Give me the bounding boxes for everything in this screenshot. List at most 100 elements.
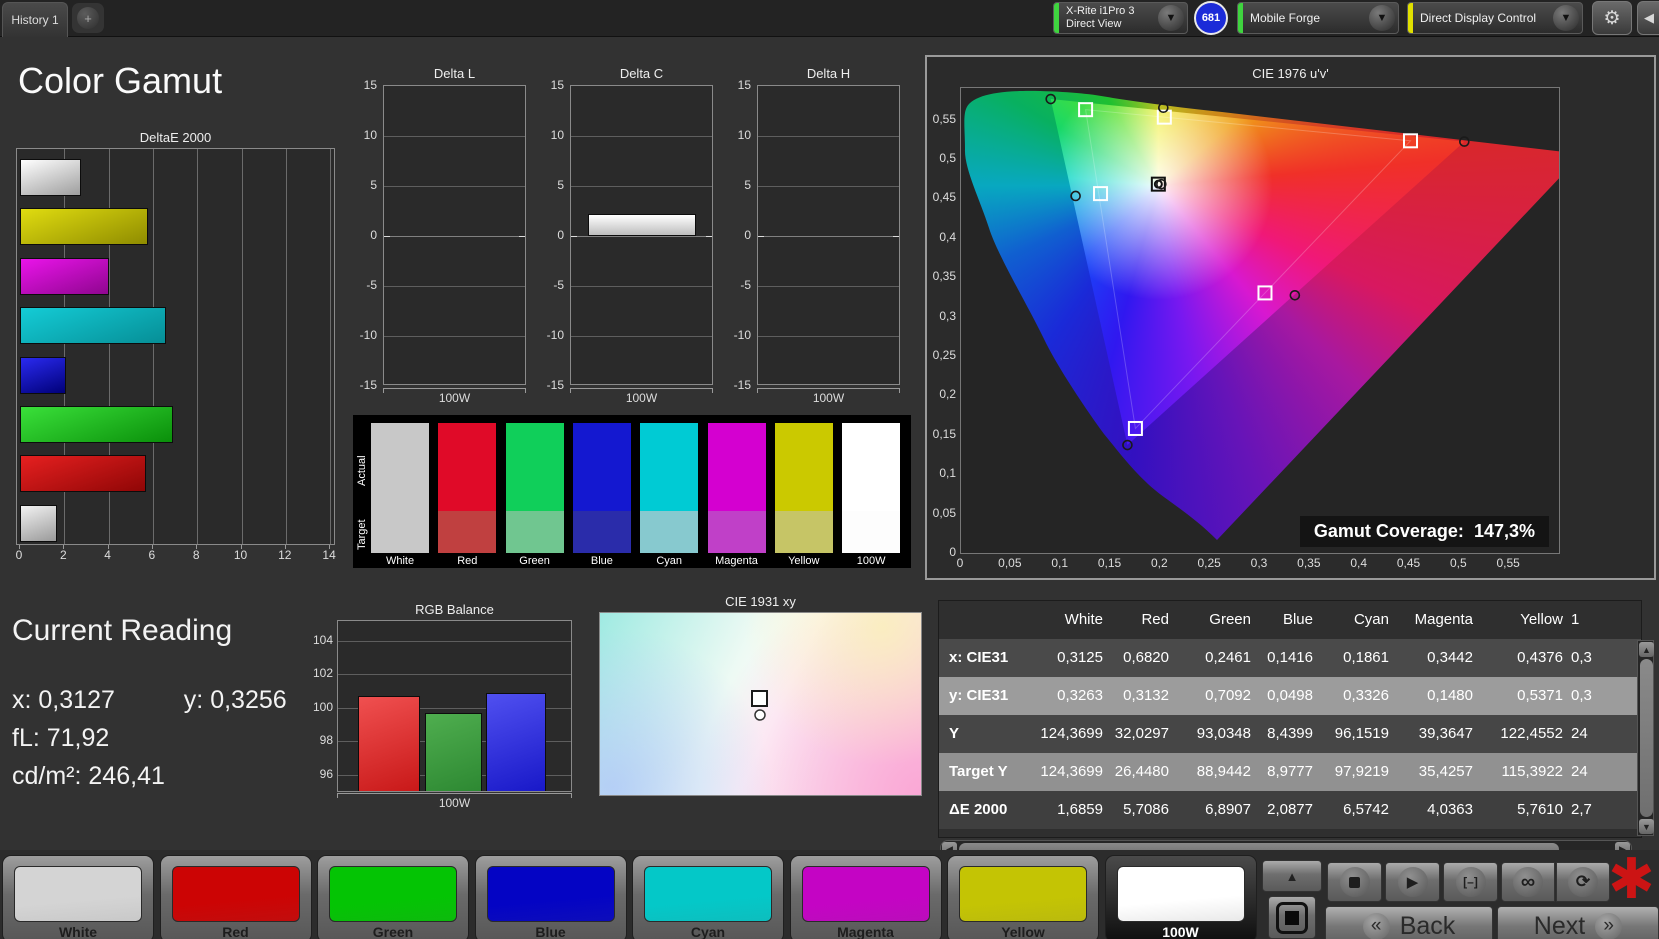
- swatch-label: White: [385, 555, 415, 567]
- gridline: [758, 186, 899, 187]
- back-label: Back: [1399, 911, 1456, 939]
- pattern-patch-white[interactable]: White: [2, 855, 154, 939]
- tab-history-1[interactable]: History 1: [2, 2, 68, 37]
- target-swatch: [572, 511, 631, 553]
- pattern-patch-red[interactable]: Red: [159, 855, 312, 939]
- pattern-patch-magenta[interactable]: Magenta: [789, 855, 942, 939]
- patch-swatch: [171, 866, 300, 922]
- gamut-coverage-readout: Gamut Coverage: 147,3%: [1299, 516, 1549, 547]
- gridline: [197, 149, 199, 544]
- gridline: [152, 149, 154, 544]
- deltae-chart: [16, 148, 335, 545]
- deltae-bar-magenta: [20, 257, 110, 295]
- pattern-patch-100w[interactable]: 100W: [1104, 855, 1257, 939]
- vscroll-thumb[interactable]: [1640, 659, 1653, 817]
- meter-dropdown[interactable]: X-Rite i1Pro 3 Direct View ▼: [1053, 2, 1188, 34]
- blackout-button[interactable]: [1268, 896, 1316, 939]
- chevron-down-icon: ▼: [1553, 5, 1579, 31]
- pattern-patch-cyan[interactable]: Cyan: [632, 855, 784, 939]
- gridline: [384, 136, 525, 137]
- table-row-target-y[interactable]: Target Y 124,3699 26,4480 88,9442 8,9777 97,9…: [939, 753, 1641, 791]
- swatch-column-blue: [572, 423, 631, 553]
- cell: 0,1480: [1427, 687, 1473, 704]
- delta_h-tick-label: -10: [733, 328, 751, 342]
- new-tab-button[interactable]: +: [72, 3, 104, 33]
- patch-label: Cyan: [690, 924, 726, 939]
- table-row-x-cie31[interactable]: x: CIE31 0,3125 0,6820 0,2461 0,1416 0,1861 0,…: [939, 639, 1641, 677]
- pattern-patch-yellow[interactable]: Yellow: [947, 855, 1099, 939]
- gridline: [571, 186, 712, 187]
- reading-cd-value: 246,41: [88, 762, 165, 790]
- patch-label: Green: [372, 924, 414, 939]
- play-button[interactable]: ▶: [1385, 862, 1440, 902]
- delta_l-tick-label: 10: [363, 128, 377, 142]
- table-row-y[interactable]: Y 124,3699 32,0297 93,0348 8,4399 96,1519 39,3…: [939, 715, 1641, 753]
- actual-swatch: [640, 423, 699, 511]
- deltae-bar-yellow: [20, 208, 148, 246]
- display-control-label: Direct Display Control: [1420, 11, 1537, 25]
- table-row--e-2000[interactable]: ΔE 2000 1,6859 5,7086 6,8907 2,0877 6,5742 4,0…: [939, 791, 1641, 829]
- refresh-button[interactable]: ⟳: [1556, 862, 1610, 902]
- patch-label: Blue: [535, 924, 566, 939]
- cell: 0,1416: [1267, 649, 1313, 666]
- swatch-label: Cyan: [656, 555, 683, 567]
- pattern-patch-green[interactable]: Green: [317, 855, 469, 939]
- deltae-tick-mark: [284, 545, 286, 549]
- measurement-table: White Red Green Blue Cyan Magenta Yellow 1 x: CI…: [938, 600, 1642, 838]
- scroll-down-icon[interactable]: ▼: [1639, 819, 1654, 834]
- rgb-balance-chart: [337, 620, 572, 792]
- cell: 0,3: [1571, 687, 1592, 704]
- cell: 0,6820: [1123, 649, 1169, 666]
- reading-x-value: 0,3127: [38, 686, 115, 714]
- delta_h-tick-label: 5: [744, 178, 751, 192]
- swatch-column-white: [371, 423, 429, 553]
- next-button[interactable]: Next »: [1497, 906, 1659, 939]
- gridline: [384, 236, 525, 237]
- cie76-ytick: 0,2: [939, 387, 956, 402]
- step-icon: [–]: [1455, 867, 1486, 897]
- measured-marker-magenta: [1289, 289, 1301, 301]
- loop-button[interactable]: ∞: [1501, 862, 1555, 902]
- swatch-column-green: [505, 423, 564, 553]
- table-row-y-cie31[interactable]: y: CIE31 0,3263 0,3132 0,7092 0,0498 0,3326 0,…: [939, 677, 1641, 715]
- actual-target-swatch-panel: Actual Target White Red Green Blue Cyan Magenta…: [353, 415, 911, 568]
- cell: 8,4399: [1267, 725, 1313, 742]
- cie1976-panel: CIE 1976 u'v' Gamut Coverage: 147,3% 0,5…: [925, 55, 1656, 580]
- rgb-tick-label: 98: [319, 733, 333, 748]
- cie76-ytick: 0,05: [932, 505, 956, 520]
- stop-button[interactable]: [1327, 862, 1382, 902]
- patch-swatch: [644, 866, 772, 922]
- pattern-patch-blue[interactable]: Blue: [474, 855, 627, 939]
- patch-swatch: [959, 866, 1087, 922]
- eject-button[interactable]: ▲: [1262, 860, 1322, 892]
- target-swatch: [505, 511, 564, 553]
- step-button[interactable]: [–]: [1443, 862, 1498, 902]
- infinity-icon: ∞: [1513, 867, 1543, 897]
- cie1931-markers: [751, 690, 768, 721]
- display-control-dropdown[interactable]: Direct Display Control ▼: [1407, 2, 1583, 34]
- delta_l-chart: [383, 85, 526, 385]
- patch-label: Yellow: [1001, 924, 1045, 939]
- scroll-up-icon[interactable]: ▲: [1639, 642, 1654, 657]
- back-button[interactable]: « Back: [1325, 906, 1493, 939]
- patch-label: Red: [222, 924, 249, 939]
- source-dropdown[interactable]: Mobile Forge ▼: [1237, 2, 1399, 34]
- deltae-tick-label: 14: [322, 548, 336, 562]
- meter-dropdown-label: X-Rite i1Pro 3 Direct View: [1066, 5, 1135, 30]
- cell: 0,5371: [1517, 687, 1563, 704]
- table-header-Red: Red: [1141, 611, 1169, 628]
- gridline: [758, 286, 899, 287]
- collapse-panel-button[interactable]: ◀: [1637, 1, 1659, 35]
- table-vscrollbar[interactable]: ▲ ▼: [1637, 640, 1654, 836]
- actual-row-label: Actual: [356, 455, 368, 487]
- cie76-xtick: 0,55: [1496, 556, 1520, 570]
- cell: 2,0877: [1267, 801, 1313, 818]
- deltae-tick-mark: [151, 545, 153, 549]
- delta_h-tick-label: -5: [740, 278, 751, 292]
- settings-button[interactable]: ⚙: [1592, 1, 1632, 35]
- delta_h-tick-label: -15: [733, 378, 751, 392]
- rgb-bar-green: [425, 712, 482, 791]
- row-label: x: CIE31: [949, 649, 1009, 666]
- delta_l-tick-label: 15: [363, 78, 377, 92]
- deltae-tick-label: 6: [148, 548, 156, 562]
